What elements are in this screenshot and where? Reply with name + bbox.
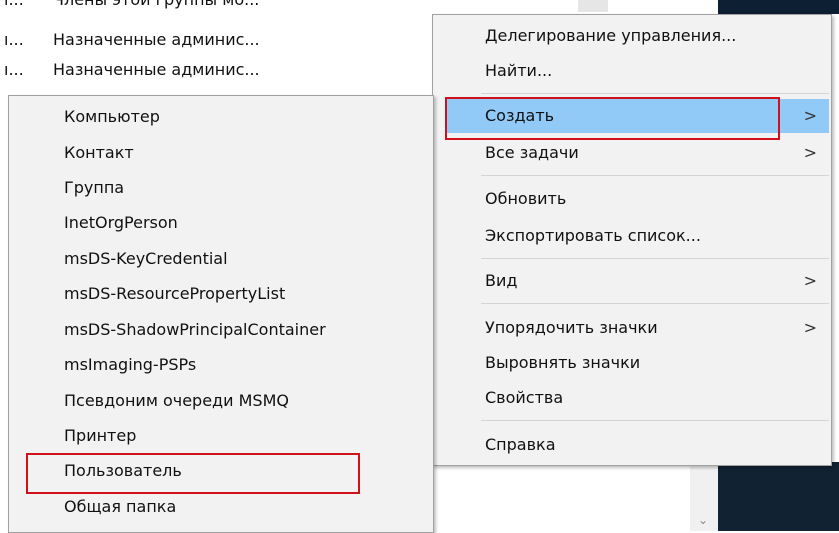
menu-item-label: Свойства: [485, 388, 564, 407]
menu-item-find[interactable]: Найти...: [433, 54, 831, 88]
submenu-item-inetorgperson[interactable]: InetOrgPerson: [9, 206, 433, 240]
menu-item-line-up-icons[interactable]: Выровнять значки: [433, 346, 831, 380]
submenu-item-label: InetOrgPerson: [64, 213, 178, 232]
menu-item-all-tasks[interactable]: Все задачи >: [433, 136, 831, 170]
submenu-item-label: Компьютер: [64, 107, 160, 126]
chevron-right-icon: >: [803, 106, 817, 125]
submenu-item-msds-shadowprincipalcontainer[interactable]: msDS-ShadowPrincipalContainer: [9, 313, 433, 347]
menu-item-label: Найти...: [485, 61, 553, 80]
chevron-right-icon: >: [803, 318, 817, 337]
menu-item-view[interactable]: Вид >: [433, 264, 831, 298]
submenu-item-group[interactable]: Группа: [9, 171, 433, 205]
submenu-item-msds-resourcepropertylist[interactable]: msDS-ResourcePropertyList: [9, 277, 433, 311]
user-highlight-annotation: [26, 453, 360, 494]
background-scrollbar-bottom[interactable]: ⌄: [690, 462, 718, 531]
chevron-right-icon: >: [803, 143, 817, 162]
list-item-description: Назначенные админис...: [53, 30, 260, 49]
chevron-right-icon: >: [803, 271, 817, 290]
submenu-item-msimaging-psps[interactable]: msImaging-PSPs: [9, 348, 433, 382]
submenu-item-label: Общая папка: [64, 497, 177, 516]
submenu-item-label: msDS-ShadowPrincipalContainer: [64, 320, 326, 339]
menu-item-label: Делегирование управления...: [485, 26, 737, 45]
menu-item-label: Справка: [485, 435, 556, 454]
menu-item-delegate-control[interactable]: Делегирование управления...: [433, 19, 831, 53]
context-menu: Делегирование управления... Найти... Соз…: [432, 14, 832, 466]
submenu-item-label: msImaging-PSPs: [64, 355, 197, 374]
create-highlight-annotation: [445, 97, 780, 140]
menu-item-label: Экспортировать список...: [485, 226, 701, 245]
submenu-item-msmq-queue-alias[interactable]: Псевдоним очереди MSMQ: [9, 384, 433, 418]
menu-separator: [481, 258, 829, 259]
menu-item-refresh[interactable]: Обновить: [433, 182, 831, 216]
list-item-description: Назначенные админис...: [53, 60, 260, 79]
menu-item-arrange-icons[interactable]: Упорядочить значки >: [433, 311, 831, 345]
submenu-item-label: Принтер: [64, 426, 137, 445]
list-item-description: Члены этой группы мо...: [53, 0, 259, 12]
menu-item-label: Выровнять значки: [485, 353, 641, 372]
menu-item-label: Все задачи: [485, 143, 579, 162]
menu-separator: [481, 175, 829, 176]
submenu-item-shared-folder[interactable]: Общая папка: [9, 490, 433, 524]
menu-separator: [481, 93, 829, 94]
submenu-item-label: msDS-KeyCredential: [64, 249, 228, 268]
submenu-item-msds-keycredential[interactable]: msDS-KeyCredential: [9, 242, 433, 276]
submenu-item-label: Группа: [64, 178, 125, 197]
menu-item-properties[interactable]: Свойства: [433, 381, 831, 415]
menu-item-label: Обновить: [485, 189, 567, 208]
submenu-item-contact[interactable]: Контакт: [9, 136, 433, 170]
menu-item-label: Упорядочить значки: [485, 318, 658, 337]
background-scrollbar[interactable]: [578, 0, 608, 12]
list-item-type: ı...: [4, 30, 24, 49]
submenu-item-printer[interactable]: Принтер: [9, 419, 433, 453]
submenu-item-label: msDS-ResourcePropertyList: [64, 284, 286, 303]
menu-item-help[interactable]: Справка: [433, 428, 831, 462]
list-item-type: ı...: [4, 60, 24, 79]
submenu-item-label: Контакт: [64, 143, 134, 162]
list-item-type: ı...: [4, 0, 40, 12]
menu-separator: [481, 303, 829, 304]
desktop-background-bottom: [718, 462, 839, 531]
menu-item-export-list[interactable]: Экспортировать список...: [433, 219, 831, 253]
menu-separator: [481, 420, 829, 421]
submenu-item-label: Псевдоним очереди MSMQ: [64, 391, 289, 410]
scroll-down-icon[interactable]: ⌄: [698, 513, 708, 527]
menu-item-label: Вид: [485, 271, 518, 290]
submenu-item-computer[interactable]: Компьютер: [9, 100, 433, 134]
desktop-background: [718, 0, 839, 14]
